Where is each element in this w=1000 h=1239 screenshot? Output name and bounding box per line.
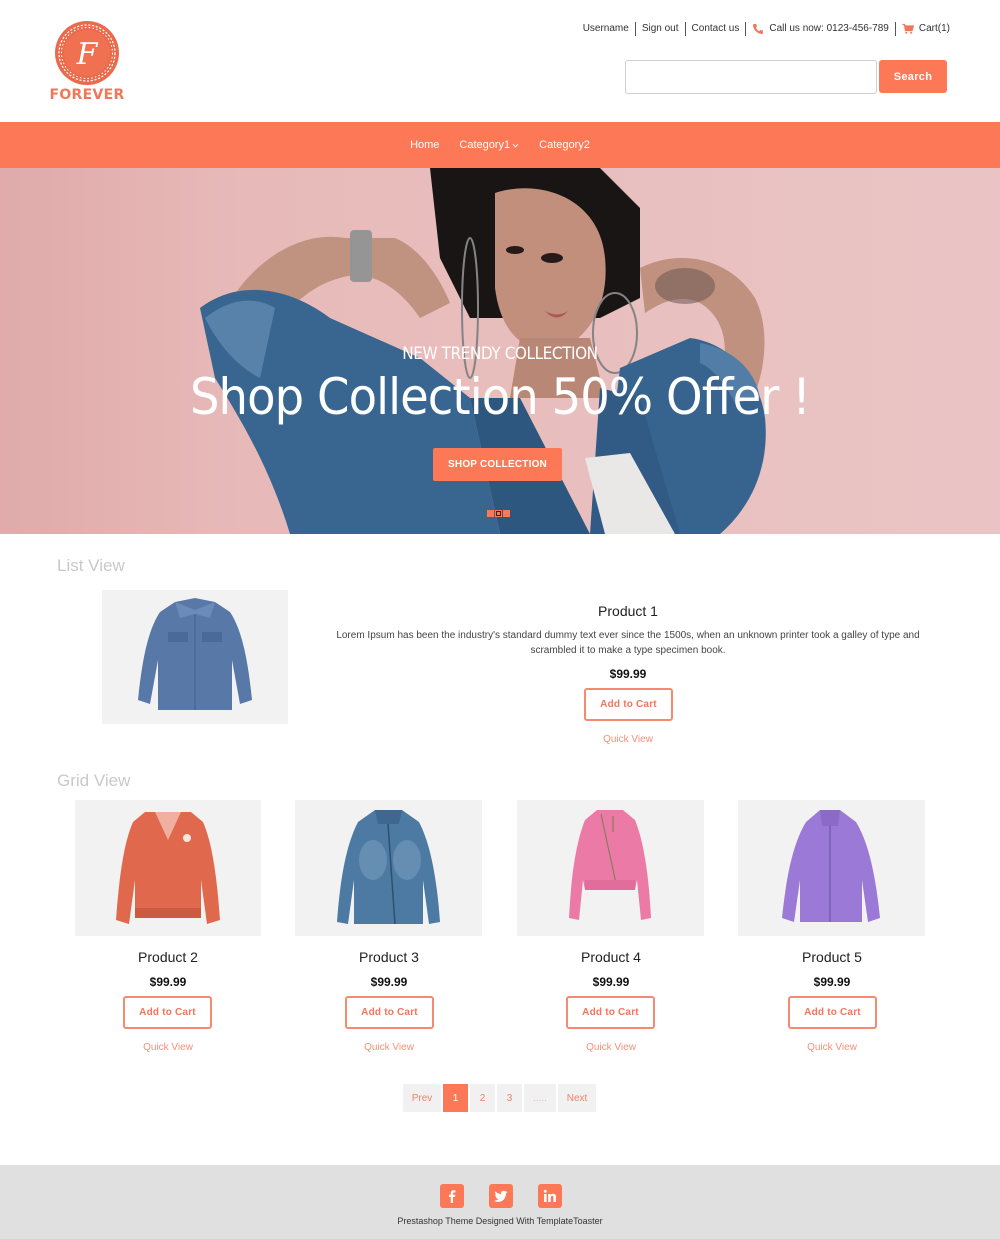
phone-icon: [753, 24, 764, 34]
social-links: [440, 1184, 562, 1208]
chevron-down-icon: [512, 143, 519, 148]
facebook-link[interactable]: [440, 1184, 464, 1208]
logo-badge-icon: F: [55, 21, 119, 85]
product-3-name[interactable]: Product 3: [289, 949, 489, 965]
product-2-name[interactable]: Product 2: [68, 949, 268, 965]
product-2-add-to-cart-button[interactable]: Add to Cart: [123, 996, 212, 1029]
product-2-quick-view-link[interactable]: Quick View: [118, 1042, 218, 1053]
product-5-image[interactable]: [738, 800, 925, 936]
product-4-name[interactable]: Product 4: [511, 949, 711, 965]
hero-slider: NEW TRENDY COLLECTION Shop Collection 50…: [0, 168, 1000, 534]
slider-indicators: [487, 510, 510, 517]
product-3-add-to-cart-button[interactable]: Add to Cart: [345, 996, 434, 1029]
phone-info: Call us now: 0123-456-789: [745, 22, 895, 36]
product-3-price: $99.99: [370, 975, 408, 989]
product-1-image[interactable]: [102, 590, 288, 724]
facebook-icon: [449, 1190, 456, 1203]
product-1-name[interactable]: Product 1: [478, 603, 778, 619]
list-view-heading: List View: [57, 556, 125, 575]
twitter-link[interactable]: [489, 1184, 513, 1208]
site-header: F FOREVER Username Sign out Contact us C…: [0, 0, 1000, 122]
twitter-icon: [494, 1190, 508, 1202]
cart-link[interactable]: Cart(1): [894, 22, 950, 36]
nav-item-category2[interactable]: Category2: [529, 139, 600, 151]
brand-logo[interactable]: F FOREVER: [49, 20, 125, 106]
product-4-image[interactable]: [517, 800, 704, 936]
pagination: Prev 1 2 3 ..... Next: [403, 1084, 596, 1112]
pagination-prev[interactable]: Prev: [403, 1084, 441, 1112]
product-5-name[interactable]: Product 5: [732, 949, 932, 965]
contact-link[interactable]: Contact us: [684, 22, 746, 36]
site-footer: Prestashop Theme Designed With TemplateT…: [0, 1165, 1000, 1239]
nav-item-category1[interactable]: Category1: [449, 139, 529, 151]
cart-icon: [902, 23, 914, 34]
linkedin-link[interactable]: [538, 1184, 562, 1208]
product-3-image[interactable]: [295, 800, 482, 936]
brand-name: FOREVER: [49, 87, 125, 103]
product-1-description: Lorem Ipsum has been the industry's stan…: [336, 630, 920, 656]
product-2-image[interactable]: [75, 800, 261, 936]
username-label: Username: [582, 23, 629, 34]
nav-item-home[interactable]: Home: [400, 139, 449, 151]
cart-label: Cart(1): [918, 23, 950, 34]
nav-home-label: Home: [410, 139, 440, 151]
svg-text:F: F: [76, 37, 99, 72]
contact-label: Contact us: [691, 23, 740, 34]
phone-label: Call us now: 0123-456-789: [769, 23, 889, 34]
pagination-ellipsis: .....: [524, 1084, 556, 1112]
orange-bomber-jacket-image: [116, 812, 220, 924]
product-5-add-to-cart-button[interactable]: Add to Cart: [788, 996, 877, 1029]
product-1-price: $99.99: [609, 667, 647, 681]
pagination-page-2[interactable]: 2: [470, 1084, 495, 1112]
product-4-price: $99.99: [592, 975, 630, 989]
purple-fleece-jacket-image: [782, 810, 880, 922]
grid-view-heading: Grid View: [57, 771, 131, 790]
pagination-page-1[interactable]: 1: [443, 1084, 468, 1112]
pink-biker-jacket-image: [569, 810, 651, 920]
pagination-page-3[interactable]: 3: [497, 1084, 522, 1112]
slide-indicator-3[interactable]: [503, 510, 510, 517]
shop-collection-button[interactable]: SHOP COLLECTION: [433, 448, 562, 481]
linkedin-icon: [543, 1189, 556, 1202]
search-button[interactable]: Search: [879, 60, 947, 93]
nav-category1-label: Category1: [459, 139, 511, 151]
hero-title: Shop Collection 50% Offer !: [189, 368, 811, 426]
product-5-quick-view-link[interactable]: Quick View: [782, 1042, 882, 1053]
hero-subtitle: NEW TRENDY COLLECTION: [402, 344, 598, 364]
pagination-next[interactable]: Next: [558, 1084, 596, 1112]
slide-indicator-2[interactable]: [495, 510, 502, 517]
denim-jacket-image: [138, 598, 252, 710]
nav-category2-label: Category2: [539, 139, 590, 151]
product-1-add-to-cart-button[interactable]: Add to Cart: [584, 688, 673, 721]
product-5-price: $99.99: [813, 975, 851, 989]
product-4-quick-view-link[interactable]: Quick View: [561, 1042, 661, 1053]
main-nav: Home Category1 Category2: [0, 122, 1000, 168]
product-2-price: $99.99: [149, 975, 187, 989]
product-4-add-to-cart-button[interactable]: Add to Cart: [566, 996, 655, 1029]
product-3-quick-view-link[interactable]: Quick View: [339, 1042, 439, 1053]
username-link[interactable]: Username: [583, 22, 635, 36]
search-input[interactable]: [625, 60, 877, 94]
sign-out-label: Sign out: [641, 23, 679, 34]
sign-out-link[interactable]: Sign out: [634, 22, 685, 36]
washed-denim-jacket-image: [337, 810, 440, 925]
footer-credit: Prestashop Theme Designed With TemplateT…: [397, 1216, 603, 1226]
slide-indicator-1[interactable]: [487, 510, 494, 517]
top-links: Username Sign out Contact us Call us now…: [583, 21, 950, 37]
product-1-quick-view-link[interactable]: Quick View: [578, 734, 678, 745]
